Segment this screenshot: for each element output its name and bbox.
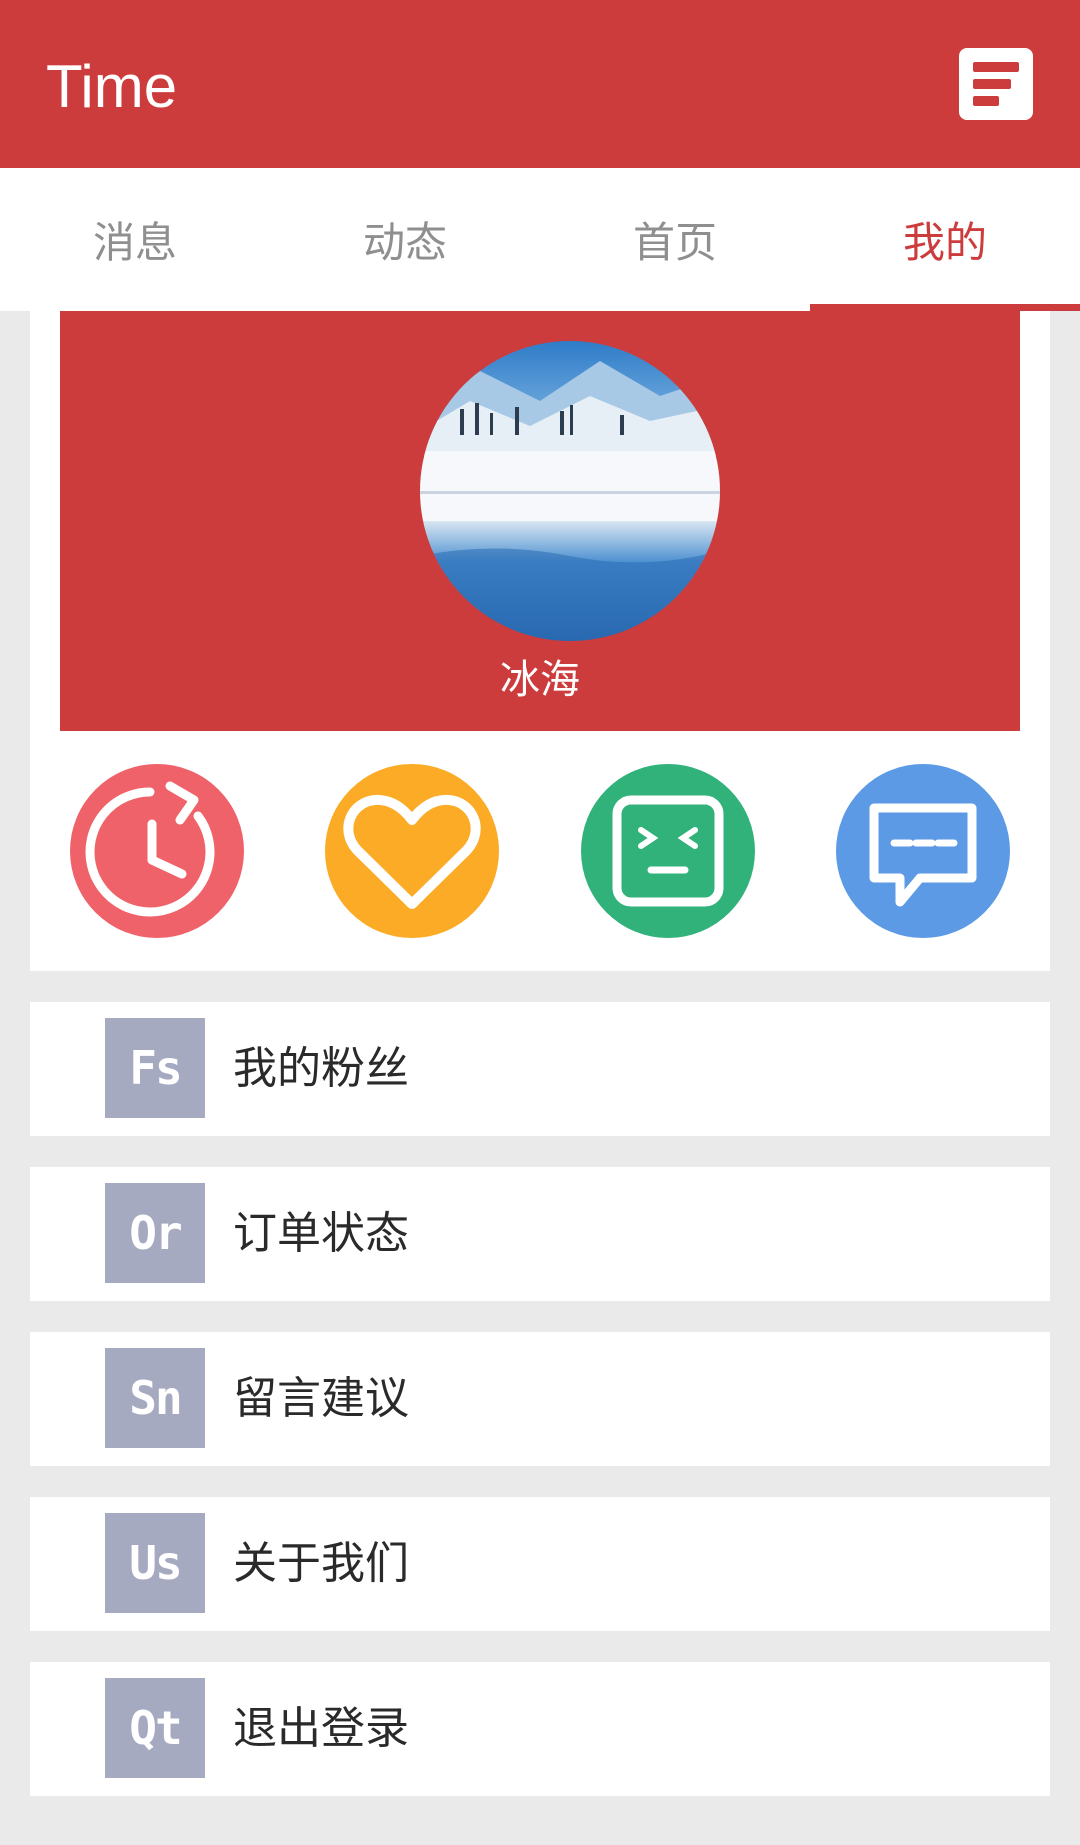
profile-card: 冰海 (30, 311, 1050, 971)
tab-messages[interactable]: 消息 (0, 168, 270, 311)
menu-button[interactable] (959, 48, 1033, 120)
profile-banner: 冰海 (60, 311, 1020, 731)
tab-bar: 消息 动态 首页 我的 (0, 168, 1080, 311)
menu-item-label: 关于我们 (233, 1538, 409, 1589)
mood-button[interactable] (581, 764, 755, 938)
about-badge-icon: Us (105, 1513, 205, 1613)
app-bar: Time (0, 0, 1080, 168)
face-box-icon (612, 795, 724, 907)
menu-item-label: 退出登录 (233, 1703, 409, 1754)
orders-badge-icon: Or (105, 1183, 205, 1283)
tab-mine[interactable]: 我的 (810, 168, 1080, 311)
avatar[interactable] (420, 341, 720, 641)
active-tab-indicator (810, 304, 1080, 311)
menu-item-fans[interactable]: Fs 我的粉丝 (30, 1002, 1050, 1136)
app-title: Time (46, 53, 178, 120)
favorites-button[interactable] (325, 764, 499, 938)
chat-bubble-icon (869, 803, 977, 907)
fans-badge-icon: Fs (105, 1018, 205, 1118)
logout-badge-icon: Qt (105, 1678, 205, 1778)
menu-item-label: 我的粉丝 (233, 1043, 409, 1094)
tab-moments[interactable]: 动态 (270, 168, 540, 311)
menu-item-logout[interactable]: Qt 退出登录 (30, 1662, 1050, 1796)
heart-icon (343, 794, 481, 909)
tab-home[interactable]: 首页 (540, 168, 810, 311)
menu-item-label: 订单状态 (233, 1208, 409, 1259)
menu-item-feedback[interactable]: Sn 留言建议 (30, 1332, 1050, 1466)
history-button[interactable] (70, 764, 244, 938)
messages-button[interactable] (836, 764, 1010, 938)
menu-item-label: 留言建议 (233, 1373, 409, 1424)
menu-item-orders[interactable]: Or 订单状态 (30, 1167, 1050, 1301)
history-clock-icon (85, 781, 215, 917)
username: 冰海 (500, 657, 580, 703)
feedback-badge-icon: Sn (105, 1348, 205, 1448)
menu-item-about[interactable]: Us 关于我们 (30, 1497, 1050, 1631)
